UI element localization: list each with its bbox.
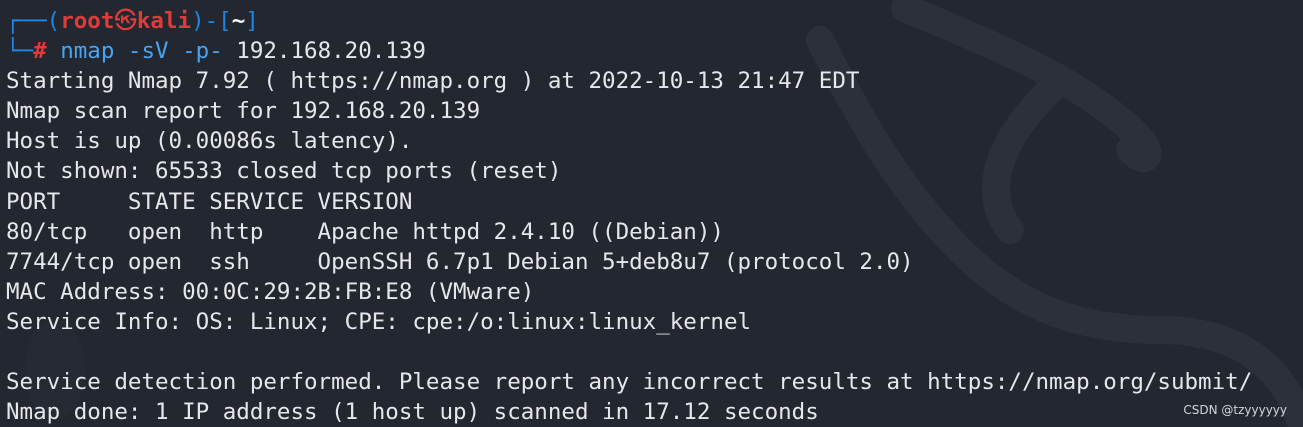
prompt-frame-right: ] <box>245 8 259 34</box>
command-flags: -sV -p- <box>127 38 223 65</box>
output-line: PORT STATE SERVICE VERSION <box>6 188 413 215</box>
prompt-frame-mid: )-[ <box>191 8 232 34</box>
output-line: 7744/tcp open ssh OpenSSH 6.7p1 Debian 5… <box>6 248 914 275</box>
prompt-cwd: ~ <box>231 8 246 34</box>
output-line: MAC Address: 00:0C:29:2B:FB:E8 (VMware) <box>6 278 535 305</box>
output-line: Host is up (0.00086s latency). <box>6 128 413 155</box>
command-target: 192.168.20.139 <box>236 38 426 65</box>
prompt-user: root <box>60 8 115 34</box>
output-line: Service Info: OS: Linux; CPE: cpe:/o:lin… <box>6 308 752 335</box>
prompt-hash: # <box>33 38 47 65</box>
output-line: 80/tcp open http Apache httpd 2.4.10 ((D… <box>6 218 724 245</box>
command-name: nmap <box>60 38 115 65</box>
output-line: Nmap done: 1 IP address (1 host up) scan… <box>6 399 819 426</box>
prompt-frame-bottom: └─ <box>6 38 34 65</box>
terminal-content: ┌──(root㉿kali)-[~] └─# nmap -sV -p- 192.… <box>6 6 1303 427</box>
output-line: Starting Nmap 7.92 ( https://nmap.org ) … <box>6 68 860 95</box>
output-line: Nmap scan report for 192.168.20.139 <box>6 98 481 125</box>
terminal-window[interactable]: ┌──(root㉿kali)-[~] └─# nmap -sV -p- 192.… <box>0 0 1303 427</box>
watermark-text: CSDN @tzyyyyyy <box>1183 403 1287 417</box>
prompt-separator-icon: ㉿ <box>114 8 137 34</box>
output-line: Not shown: 65533 closed tcp ports (reset… <box>6 158 562 185</box>
output-line: Service detection performed. Please repo… <box>6 369 1253 396</box>
command-line[interactable]: └─# nmap -sV -p- 192.168.20.139 <box>6 36 1303 66</box>
prompt-host: kali <box>136 8 192 34</box>
prompt-frame-left: ┌──( <box>6 8 61 34</box>
prompt-line-top: ┌──(root㉿kali)-[~] <box>6 6 1303 36</box>
